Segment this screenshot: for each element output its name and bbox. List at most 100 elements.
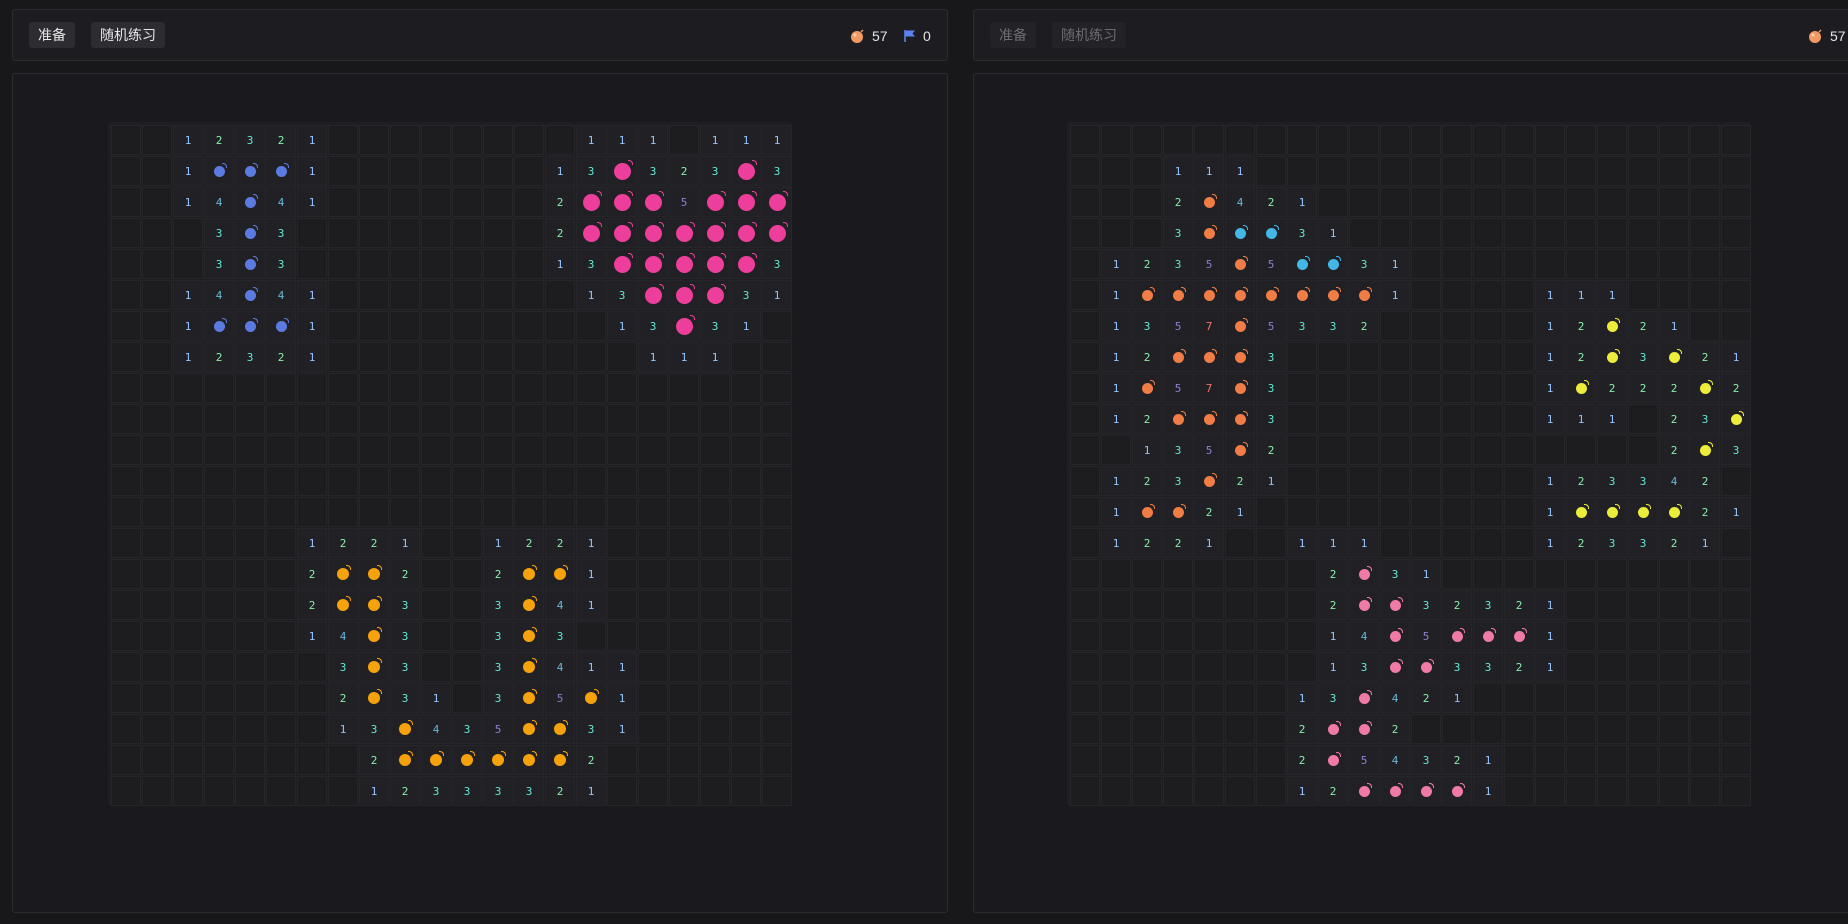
board-cell[interactable] bbox=[266, 528, 296, 558]
board-cell[interactable] bbox=[638, 776, 668, 806]
board-cell[interactable] bbox=[173, 249, 203, 279]
board-cell[interactable] bbox=[173, 497, 203, 527]
board-cell[interactable] bbox=[452, 125, 482, 155]
board-cell[interactable] bbox=[390, 125, 420, 155]
board-cell[interactable]: 1 bbox=[576, 652, 606, 682]
board-cell[interactable]: 3 bbox=[452, 776, 482, 806]
board-cell[interactable] bbox=[762, 435, 792, 465]
board-cell[interactable] bbox=[142, 373, 172, 403]
board-cell[interactable]: 3 bbox=[204, 249, 234, 279]
board-cell[interactable] bbox=[607, 249, 637, 279]
board-cell[interactable] bbox=[421, 590, 451, 620]
board-cell[interactable] bbox=[235, 311, 265, 341]
board-cell[interactable]: 2 bbox=[545, 218, 575, 248]
board-cell[interactable] bbox=[452, 745, 482, 775]
board-cell[interactable] bbox=[173, 218, 203, 248]
board-cell[interactable] bbox=[142, 528, 172, 558]
board-cell[interactable]: 2 bbox=[669, 156, 699, 186]
board-cell[interactable] bbox=[545, 714, 575, 744]
board-cell[interactable] bbox=[452, 311, 482, 341]
board-cell[interactable]: 1 bbox=[297, 125, 327, 155]
board-cell[interactable]: 2 bbox=[204, 342, 234, 372]
board-cell[interactable] bbox=[700, 745, 730, 775]
board-cell[interactable]: 1 bbox=[421, 683, 451, 713]
board-cell[interactable]: 1 bbox=[297, 621, 327, 651]
board-cell[interactable] bbox=[669, 652, 699, 682]
board-cell[interactable]: 3 bbox=[390, 683, 420, 713]
board-cell[interactable] bbox=[266, 311, 296, 341]
board-cell[interactable] bbox=[266, 776, 296, 806]
board-cell[interactable] bbox=[390, 280, 420, 310]
board-cell[interactable]: 3 bbox=[762, 156, 792, 186]
board-cell[interactable] bbox=[452, 621, 482, 651]
board-cell[interactable]: 2 bbox=[297, 590, 327, 620]
board-cell[interactable]: 1 bbox=[576, 528, 606, 558]
board-cell[interactable] bbox=[638, 187, 668, 217]
board-cell[interactable] bbox=[638, 559, 668, 589]
board-cell[interactable] bbox=[235, 466, 265, 496]
board-cell[interactable] bbox=[142, 497, 172, 527]
board-cell[interactable]: 2 bbox=[359, 745, 389, 775]
board-cell[interactable] bbox=[173, 435, 203, 465]
board-cell[interactable] bbox=[638, 590, 668, 620]
ready-button[interactable]: 准备 bbox=[29, 22, 75, 48]
board-cell[interactable] bbox=[111, 528, 141, 558]
board-cell[interactable] bbox=[762, 745, 792, 775]
board-cell[interactable] bbox=[111, 652, 141, 682]
board-cell[interactable] bbox=[545, 280, 575, 310]
board-cell[interactable]: 1 bbox=[700, 342, 730, 372]
board-cell[interactable] bbox=[638, 218, 668, 248]
board-cell[interactable]: 1 bbox=[483, 528, 513, 558]
board-cell[interactable] bbox=[328, 218, 358, 248]
board-cell[interactable] bbox=[607, 559, 637, 589]
board-cell[interactable] bbox=[142, 187, 172, 217]
board-cell[interactable] bbox=[576, 311, 606, 341]
board-cell[interactable] bbox=[204, 652, 234, 682]
board-cell[interactable] bbox=[452, 280, 482, 310]
board-cell[interactable] bbox=[669, 466, 699, 496]
board-cell[interactable] bbox=[576, 373, 606, 403]
board-cell[interactable] bbox=[700, 652, 730, 682]
board-cell[interactable] bbox=[669, 714, 699, 744]
board-cell[interactable] bbox=[297, 373, 327, 403]
board-cell[interactable] bbox=[638, 528, 668, 558]
board-cell[interactable]: 2 bbox=[390, 559, 420, 589]
board-cell[interactable] bbox=[700, 776, 730, 806]
board-cell[interactable] bbox=[452, 497, 482, 527]
board-cell[interactable] bbox=[731, 559, 761, 589]
board-cell[interactable] bbox=[142, 559, 172, 589]
board-cell[interactable] bbox=[762, 218, 792, 248]
board-cell[interactable]: 3 bbox=[576, 249, 606, 279]
board-cell[interactable] bbox=[142, 652, 172, 682]
board-cell[interactable] bbox=[638, 621, 668, 651]
board-cell[interactable] bbox=[173, 683, 203, 713]
board-cell[interactable] bbox=[421, 249, 451, 279]
board-cell[interactable] bbox=[514, 342, 544, 372]
board-cell[interactable] bbox=[731, 590, 761, 620]
board-cell[interactable] bbox=[204, 435, 234, 465]
board-cell[interactable]: 4 bbox=[328, 621, 358, 651]
board-cell[interactable] bbox=[390, 714, 420, 744]
board-cell[interactable]: 3 bbox=[545, 621, 575, 651]
board-cell[interactable] bbox=[421, 280, 451, 310]
board-cell[interactable] bbox=[266, 435, 296, 465]
board-cell[interactable] bbox=[111, 249, 141, 279]
board-cell[interactable] bbox=[421, 125, 451, 155]
board-cell[interactable]: 1 bbox=[297, 528, 327, 558]
board-cell[interactable]: 3 bbox=[235, 125, 265, 155]
board-cell[interactable] bbox=[638, 714, 668, 744]
board-cell[interactable] bbox=[359, 435, 389, 465]
board-cell[interactable] bbox=[142, 621, 172, 651]
board-cell[interactable] bbox=[638, 280, 668, 310]
board-cell[interactable]: 1 bbox=[173, 187, 203, 217]
board-cell[interactable] bbox=[421, 652, 451, 682]
board-cell[interactable] bbox=[607, 218, 637, 248]
board-cell[interactable] bbox=[173, 466, 203, 496]
board-cell[interactable] bbox=[545, 311, 575, 341]
board-cell[interactable] bbox=[359, 156, 389, 186]
board-cell[interactable] bbox=[514, 404, 544, 434]
board-cell[interactable] bbox=[421, 342, 451, 372]
board-cell[interactable]: 3 bbox=[483, 590, 513, 620]
board-cell[interactable] bbox=[731, 435, 761, 465]
board-cell[interactable] bbox=[111, 776, 141, 806]
